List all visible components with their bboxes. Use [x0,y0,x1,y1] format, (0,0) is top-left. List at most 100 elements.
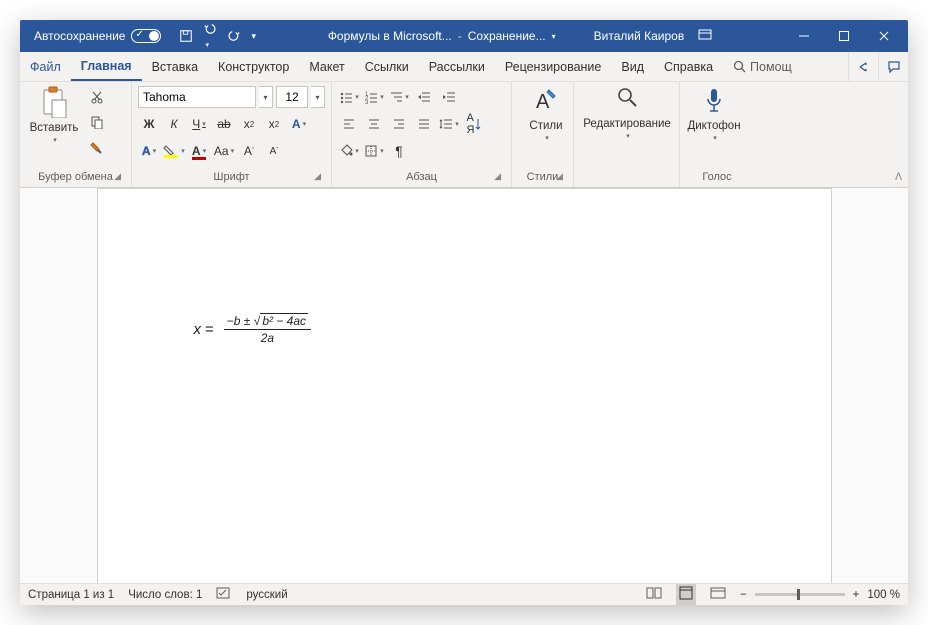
copy-icon [90,115,104,129]
font-size-dropdown[interactable]: ▾ [311,86,325,108]
font-color-button[interactable]: A▾ [188,140,210,162]
shading-button[interactable]: ▾ [338,140,360,162]
clipboard-icon [40,86,68,118]
account-icon[interactable] [698,29,712,44]
equation[interactable]: x = −b ± √b² − 4ac 2a [194,314,312,345]
autosave-toggle[interactable]: Автосохранение ✓ [34,29,161,43]
borders-icon [364,144,378,158]
copy-button[interactable] [86,111,108,133]
page-status[interactable]: Страница 1 из 1 [28,589,114,601]
group-voice: Диктофон ▾ Голос [680,82,754,187]
borders-button[interactable]: ▾ [363,140,385,162]
paragraph-launcher-icon[interactable]: ◢ [494,171,501,182]
group-clipboard: Вставить ▾ Буфер обмена◢ [20,82,132,187]
strike-button[interactable]: ab [213,113,235,135]
align-right-button[interactable] [388,113,410,135]
maximize-button[interactable] [824,20,864,52]
dictate-button[interactable]: Диктофон ▾ [686,86,742,142]
page[interactable]: x = −b ± √b² − 4ac 2a [97,188,832,583]
show-marks-button[interactable]: ¶ [388,140,410,162]
line-spacing-button[interactable]: ▾ [438,113,460,135]
indent-icon [442,90,456,104]
font-outline-button[interactable]: A▾ [138,140,160,162]
tab-review[interactable]: Рецензирование [495,52,612,81]
tab-layout[interactable]: Макет [299,52,354,81]
status-bar: Страница 1 из 1 Число слов: 1 русский − … [20,583,908,605]
text-effects-button[interactable]: A▾ [288,113,310,135]
change-case-button[interactable]: Aa▾ [213,140,235,162]
outdent-icon [417,90,431,104]
document-area[interactable]: x = −b ± √b² − 4ac 2a [20,188,908,583]
styles-launcher-icon[interactable]: ◢ [556,171,563,182]
tab-design[interactable]: Конструктор [208,52,299,81]
shrink-font-button[interactable]: Aˇ [263,140,285,162]
paste-button[interactable]: Вставить ▾ [26,86,82,144]
spellcheck-icon[interactable] [216,586,232,603]
clipboard-launcher-icon[interactable]: ◢ [114,171,121,182]
autosave-label: Автосохранение [34,29,125,43]
font-launcher-icon[interactable]: ◢ [314,171,321,182]
format-painter-button[interactable] [86,136,108,158]
scissors-icon [90,90,104,104]
grow-font-button[interactable]: Aˆ [238,140,260,162]
superscript-button[interactable]: x2 [263,113,285,135]
multilevel-icon [389,90,403,104]
font-name-input[interactable] [138,86,256,108]
zoom-out-button[interactable]: − [740,589,747,601]
increase-indent-button[interactable] [438,86,460,108]
sort-button[interactable]: AЯ [463,113,485,135]
tab-help[interactable]: Справка [654,52,723,81]
collapse-ribbon-icon[interactable]: ᐱ [895,172,902,183]
save-icon[interactable] [179,29,193,43]
zoom-slider[interactable] [755,593,845,596]
minimize-button[interactable] [784,20,824,52]
tab-insert[interactable]: Вставка [142,52,208,81]
comments-button[interactable] [878,52,908,81]
italic-button[interactable]: К [163,113,185,135]
undo-icon[interactable]: ▾ [203,22,217,50]
ribbon: Вставить ▾ Буфер обмена◢ ▾ ▾ Ж К Ч▾ [20,82,908,188]
tab-file[interactable]: Файл [20,52,71,81]
read-mode-icon[interactable] [646,586,662,603]
tab-home[interactable]: Главная [71,52,142,81]
microphone-icon [704,86,724,116]
equation-eq: = [205,321,214,338]
print-layout-icon[interactable] [676,584,696,605]
ribbon-tabs: Файл Главная Вставка Конструктор Макет С… [20,52,908,82]
share-button[interactable] [848,52,878,81]
bold-button[interactable]: Ж [138,113,160,135]
language-status[interactable]: русский [246,589,287,601]
font-name-dropdown[interactable]: ▾ [259,86,273,108]
decrease-indent-button[interactable] [413,86,435,108]
group-styles: A Стили ▾ Стили◢ [512,82,574,187]
bullets-icon [339,90,353,104]
highlight-button[interactable]: ▾ [163,140,185,162]
align-center-button[interactable] [363,113,385,135]
redo-icon[interactable] [227,29,241,43]
web-layout-icon[interactable] [710,586,726,603]
tab-references[interactable]: Ссылки [355,52,419,81]
word-count[interactable]: Число слов: 1 [128,589,202,601]
subscript-button[interactable]: x2 [238,113,260,135]
bullets-button[interactable]: ▾ [338,86,360,108]
justify-button[interactable] [413,113,435,135]
editing-button[interactable]: Редактирование ▾ [580,86,674,140]
cut-button[interactable] [86,86,108,108]
align-left-button[interactable] [338,113,360,135]
highlight-icon [163,144,179,158]
group-paragraph: ▾ 123▾ ▾ ▾ AЯ ▾ ▾ ¶ Абзац◢ [332,82,512,187]
zoom-level[interactable]: 100 % [867,589,900,601]
dictate-label: Диктофон [687,120,740,132]
search-box[interactable]: Помощ [723,52,802,81]
multilevel-button[interactable]: ▾ [388,86,410,108]
tab-view[interactable]: Вид [611,52,654,81]
underline-button[interactable]: Ч▾ [188,113,210,135]
tab-mailings[interactable]: Рассылки [419,52,495,81]
font-size-input[interactable] [276,86,308,108]
search-icon [733,60,746,73]
numbering-button[interactable]: 123▾ [363,86,385,108]
zoom-in-button[interactable]: + [853,589,860,601]
close-button[interactable] [864,20,904,52]
line-spacing-icon [439,117,453,131]
styles-button[interactable]: A Стили ▾ [518,86,574,142]
